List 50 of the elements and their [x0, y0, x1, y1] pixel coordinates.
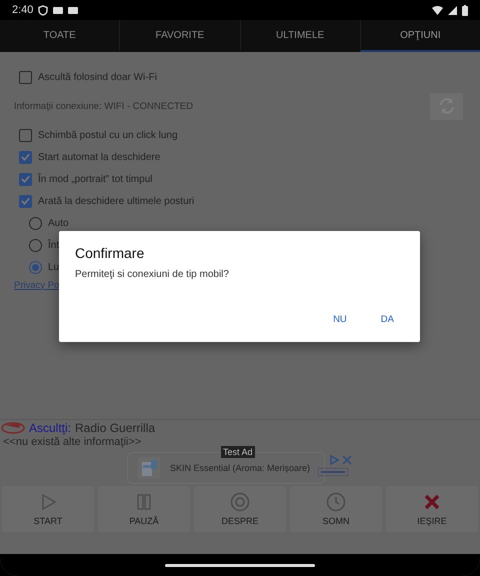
ad-text: SKIN Essential (Aroma: Merișoare) — [170, 463, 310, 473]
wifi-icon — [432, 6, 443, 14]
control-button[interactable]: START — [2, 486, 94, 532]
tab[interactable]: FAVORITE — [119, 20, 240, 52]
control-button[interactable]: SOMN — [290, 486, 382, 532]
home-handle[interactable] — [165, 564, 315, 566]
dialog-button[interactable]: NU — [325, 310, 355, 329]
listening-label: Ascultţi: — [29, 421, 72, 435]
checkbox-label: În mod „portrait” tot timpul — [38, 174, 152, 184]
tab[interactable]: OPŢIUNI — [360, 20, 480, 52]
ring-icon — [230, 492, 250, 512]
checkbox-label: Arată la deschidere ultimele posturi — [38, 196, 194, 206]
station-name: Radio Guerrilla — [75, 421, 156, 435]
track-info: <<nu există alte informaţii>> — [2, 436, 142, 450]
dialog-title: Confirmare — [75, 245, 146, 261]
battery-icon — [462, 4, 468, 16]
control-button[interactable]: PAUZĂ — [98, 486, 190, 532]
dialog-message: Permiteţi si conexiuni de tip mobil? — [75, 269, 230, 280]
radio-label: Auto — [48, 218, 69, 228]
close-icon — [422, 492, 442, 512]
connection-info: Informaţii conexiune: WIFI - CONNECTED — [14, 100, 193, 112]
control-button[interactable]: DESPRE — [194, 486, 286, 532]
checkbox[interactable] — [19, 70, 32, 84]
checkbox[interactable] — [19, 172, 32, 186]
refresh-button[interactable] — [430, 92, 463, 120]
radio-label: Lu — [48, 262, 60, 272]
radio-button[interactable] — [29, 260, 42, 274]
notification-icon — [53, 6, 64, 14]
status-time: 2:40 — [12, 4, 34, 16]
checkbox[interactable] — [19, 194, 32, 208]
shield-icon — [38, 4, 48, 16]
test-ad-badge: Test Ad — [221, 446, 255, 458]
checkbox-label: Schimbă postul cu un click lung — [38, 130, 178, 140]
dialog-button[interactable]: DA — [372, 310, 402, 329]
tab[interactable]: ULTIMELE — [240, 20, 360, 52]
ad-choices-icon[interactable] — [330, 455, 352, 465]
checkbox-label: Ascultă folosind doar Wi-Fi — [38, 72, 157, 82]
radio-logo-icon — [1, 421, 25, 435]
radio-label: Înt — [48, 240, 60, 250]
notification-icon — [68, 6, 78, 14]
checkbox[interactable] — [19, 150, 32, 164]
radio-button[interactable] — [29, 216, 42, 230]
advertiser-logo-icon — [318, 468, 348, 476]
checkbox[interactable] — [19, 128, 32, 142]
tab[interactable]: TOATE — [0, 20, 120, 52]
control-button[interactable]: IEŞIRE — [386, 486, 478, 532]
checkbox-label: Start automat la deschidere — [38, 152, 160, 162]
radio-button[interactable] — [29, 238, 42, 252]
signal-icon — [448, 6, 457, 14]
clock-icon — [326, 492, 346, 512]
